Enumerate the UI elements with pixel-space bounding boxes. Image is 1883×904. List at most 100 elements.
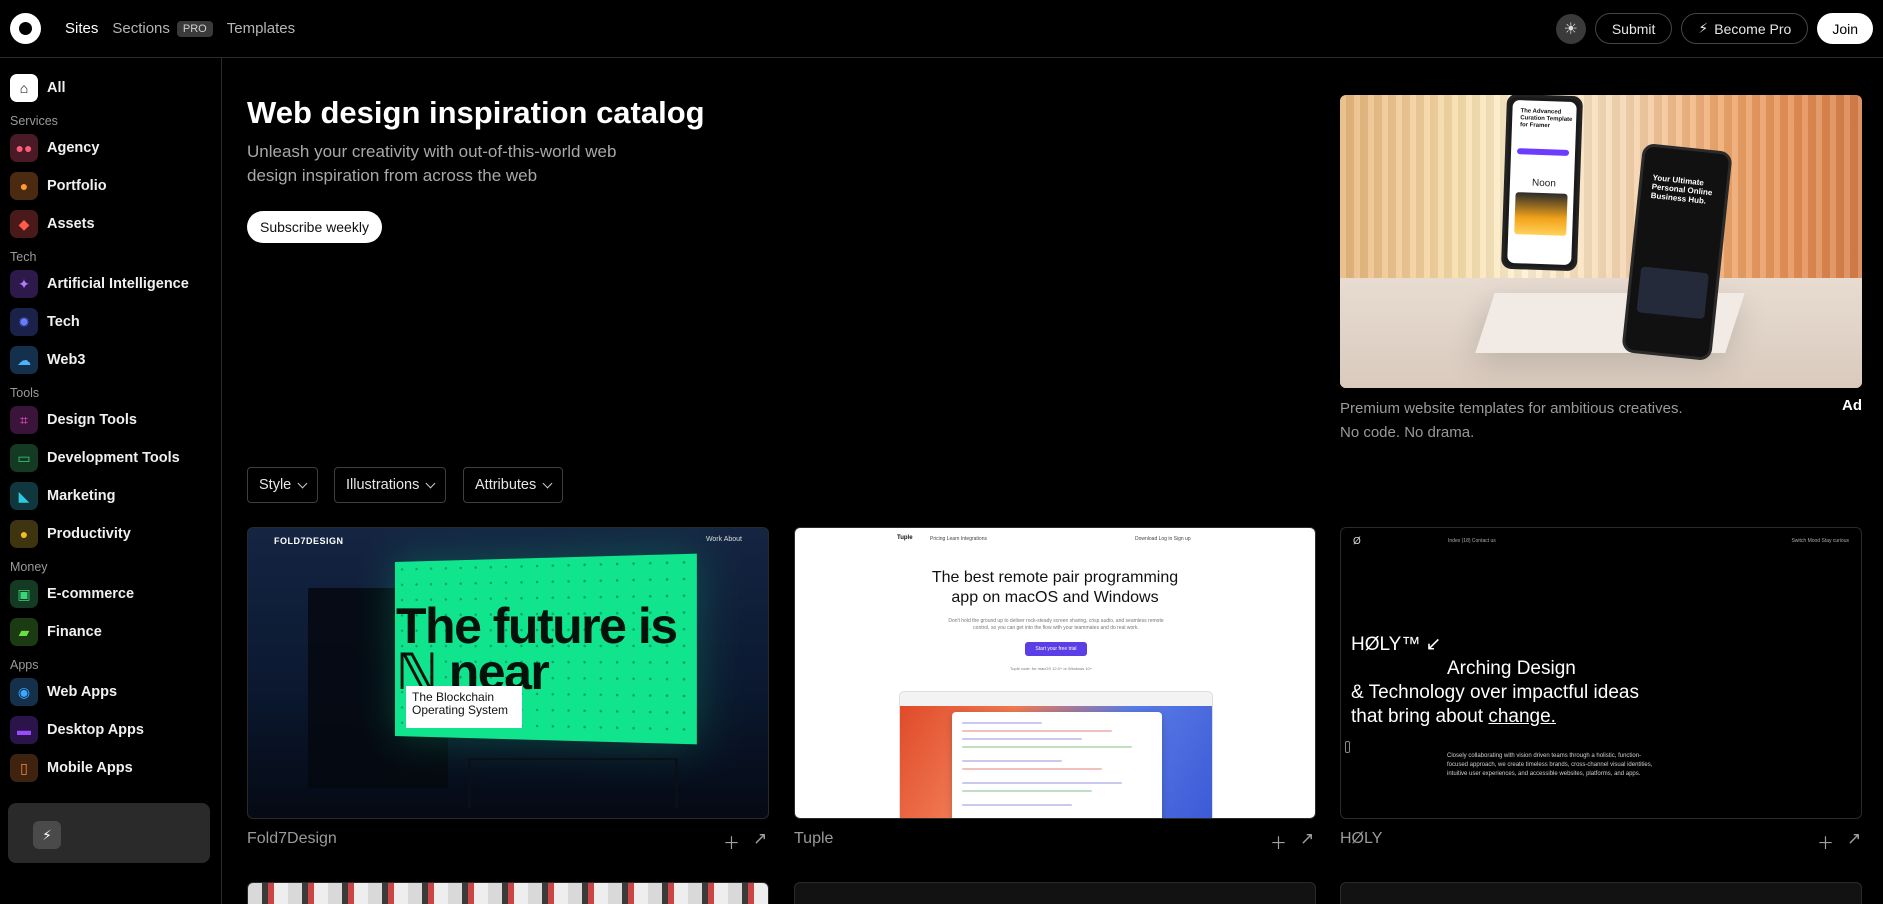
thumb-headline: The future is ℕ near [396,598,678,700]
add-icon[interactable]: ＋ [1270,829,1287,854]
site-card-thumbnail[interactable]: FOLD7DESIGN Work About The future is ℕ n… [247,527,769,819]
sidebar-item-portfolio[interactable]: ● Portfolio [10,167,211,205]
ad-caption-line: Premium website templates for ambitious … [1340,400,1683,417]
vector-icon: ⌗ [10,406,38,434]
thumb-blurb: Don't hold the ground up to deliver rock… [948,618,1164,631]
sidebar-item-design-tools[interactable]: ⌗ Design Tools [10,401,211,439]
site-card-title[interactable]: Tuple [794,830,833,848]
monitor-icon: ▬ [10,716,38,744]
cube-icon: ◆ [10,210,38,238]
phone-icon: ▯ [10,754,38,782]
eye-logo-icon[interactable] [10,13,41,44]
app-window [899,691,1213,818]
ad-caption: Premium website templates for ambitious … [1340,397,1760,445]
sidebar-item-assets[interactable]: ◆ Assets [10,205,211,243]
add-icon[interactable]: ＋ [1817,829,1834,854]
sidebar-item-label: E-commerce [47,586,135,602]
thumb-nav: Index (18) Contact us [1448,538,1496,544]
sidebar-item-label: Agency [47,140,100,156]
sidebar-item-label: Web3 [47,352,86,368]
site-card-thumbnail[interactable] [794,882,1316,904]
thumb-brand: FOLD7DESIGN [274,536,344,546]
phone-mockup: The Advanced Curation Template for Frame… [1500,95,1584,272]
sidebar-item-productivity[interactable]: ● Productivity [10,515,211,553]
sidebar-item-label: Productivity [47,526,131,542]
sidebar-item-development-tools[interactable]: ▭ Development Tools [10,439,211,477]
thumb-nav-right: Switch Mood Stay curious [1791,538,1849,544]
cloud-icon: ☁ [10,346,38,374]
site-card-title[interactable]: Fold7Design [247,830,337,848]
filter-label: Style [259,477,292,493]
ad-tag: Ad [1842,397,1862,414]
sidebar-item-ai[interactable]: ✦ Artificial Intelligence [10,265,211,303]
sidebar-item-marketing[interactable]: ◣ Marketing [10,477,211,515]
wallet-icon: ▰ [10,618,38,646]
pro-promo-card[interactable]: ⚡ [8,803,210,863]
site-card-thumbnail[interactable]: Ø Index (18) Contact us Switch Mood Stay… [1340,527,1862,819]
sidebar-item-agency[interactable]: ●● Agency [10,129,211,167]
tag-icon: ◣ [10,482,38,510]
compass-icon: ◉ [10,678,38,706]
sidebar: ⌂ All Services ●● Agency ● Portfolio ◆ A… [0,58,222,904]
site-card-thumbnail[interactable]: Tuple Pricing Learn Integrations Downloa… [794,527,1316,819]
nav-templates[interactable]: Templates [227,20,295,37]
sidebar-item-label: Tech [47,314,80,330]
site-card-thumbnail[interactable] [1340,882,1862,904]
sidebar-item-all[interactable]: ⌂ All [10,69,211,107]
page-subtitle: Unleash your creativity with out-of-this… [247,142,617,185]
nav-sections[interactable]: Sections PRO [112,20,213,37]
sidebar-group-apps: Apps [10,658,39,672]
add-icon[interactable]: ＋ [723,829,740,854]
join-button[interactable]: Join [1817,13,1873,44]
ad-caption-line: No code. No drama. [1340,424,1475,441]
thumb-cta: Start your free trial [1025,642,1087,656]
filter-attributes-dropdown[interactable]: Attributes [463,467,564,503]
thumb-headline: HØLY™ ↙ Arching Design & Technology over… [1351,634,1639,727]
filter-style-dropdown[interactable]: Style [247,467,319,503]
sidebar-item-tech[interactable]: ✹ Tech [10,303,211,341]
filter-label: Attributes [475,477,537,493]
person-icon: ● [10,172,38,200]
filter-illustrations-dropdown[interactable]: Illustrations [334,467,447,503]
theme-toggle-sun-icon[interactable]: ☀ [1555,13,1586,44]
sidebar-item-finance[interactable]: ▰ Finance [10,613,211,651]
nav-sites[interactable]: Sites [65,20,98,37]
sidebar-item-label: Mobile Apps [47,760,133,776]
site-card-title[interactable]: HØLY [1340,830,1382,848]
sidebar-item-ecommerce[interactable]: ▣ E-commerce [10,575,211,613]
submit-button[interactable]: Submit [1594,13,1673,44]
thumb-nav-right: Download Log in Sign up [1135,536,1191,542]
site-card-thumbnail[interactable] [247,882,769,904]
bolt-icon: ⚡ [33,821,61,849]
become-pro-button[interactable]: ⚡ Become Pro [1681,13,1809,44]
thumb-links: Work About [705,536,742,543]
sidebar-item-mobile-apps[interactable]: ▯ Mobile Apps [10,749,211,787]
phone-headline: Your Ultimate Personal Online Business H… [1650,173,1713,206]
subscribe-weekly-button[interactable]: Subscribe weekly [247,211,382,243]
external-link-icon[interactable]: ↗ [1300,829,1314,854]
chevron-down-icon [425,478,436,488]
people-icon: ●● [10,134,38,162]
thumb-mini: Tuple code: for macOS 12.0+ or Windows 1… [1010,666,1093,671]
top-nav: Sites Sections PRO Templates ☀ Submit ⚡ … [0,0,1883,58]
sidebar-item-label: Finance [47,624,102,640]
thumb-logo: Ø [1353,536,1361,547]
sidebar-item-label: Design Tools [47,412,137,428]
external-link-icon[interactable]: ↗ [1847,829,1861,854]
sidebar-item-web3[interactable]: ☁ Web3 [10,341,211,379]
sidebar-item-label: Portfolio [47,178,107,194]
sidebar-item-label: Desktop Apps [47,722,144,738]
sidebar-item-web-apps[interactable]: ◉ Web Apps [10,673,211,711]
thumb-headline: The best remote pair programming app on … [931,569,1179,606]
sidebar-item-desktop-apps[interactable]: ▬ Desktop Apps [10,711,211,749]
external-link-icon[interactable]: ↗ [753,829,767,854]
phone-label: Noon [1531,177,1557,190]
ad-image[interactable]: The Advanced Curation Template for Frame… [1340,95,1862,388]
chip-icon: ✹ [10,308,38,336]
sidebar-group-money: Money [10,560,48,574]
thumb-note: The Blockchain Operating System [406,686,522,728]
nav-sections-label: Sections [112,20,170,37]
person-check-icon: ● [10,520,38,548]
page-title: Web design inspiration catalog [247,95,705,130]
sidebar-group-tech: Tech [10,250,37,264]
